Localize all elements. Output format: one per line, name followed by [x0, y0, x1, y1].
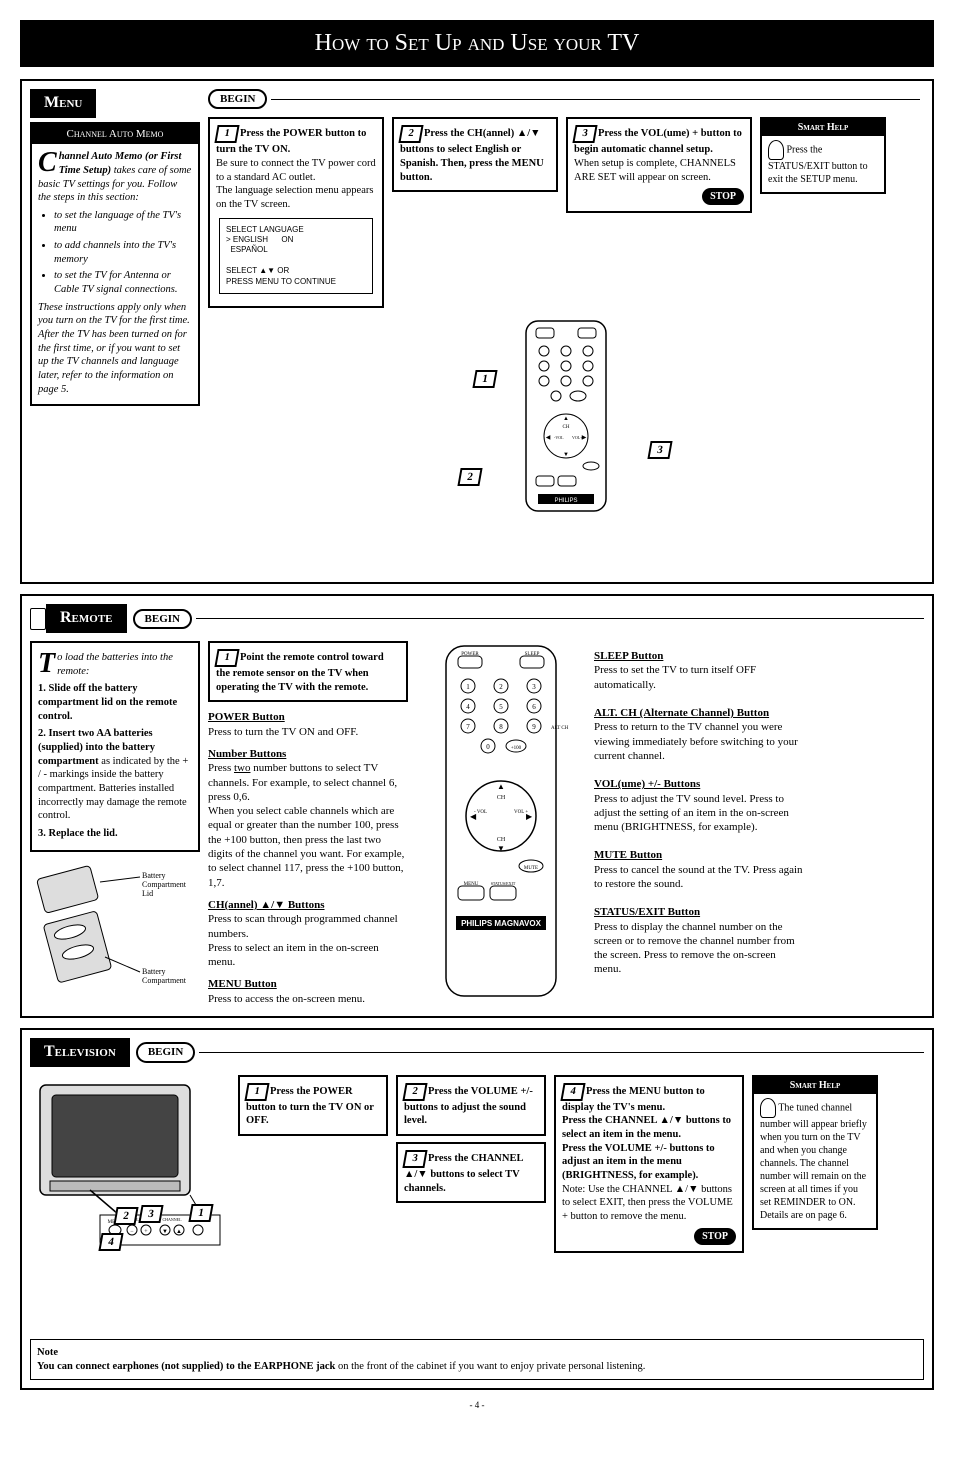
svg-text:Compartment: Compartment: [142, 880, 187, 889]
svg-text:2: 2: [499, 683, 503, 691]
begin-badge: BEGIN: [208, 89, 267, 109]
battery-box: To load the batteries into the remote: 1…: [30, 641, 200, 852]
svg-text:9: 9: [532, 723, 536, 731]
begin-badge: BEGIN: [136, 1042, 195, 1062]
svg-text:◀: ◀: [546, 435, 551, 441]
smart-help-menu: Smart Help Press the STATUS/EXIT button …: [760, 117, 886, 194]
language-screen: SELECT LANGUAGE > ENGLISH ON ESPAÑOL SEL…: [219, 218, 373, 294]
svg-text:PHILIPS: PHILIPS: [554, 498, 577, 504]
remote-step1: 1Point the remote control toward the rem…: [208, 641, 408, 702]
svg-text:Compartment: Compartment: [142, 976, 187, 985]
menu-header: Menu: [30, 89, 96, 118]
bulb-icon: [768, 140, 784, 160]
menu-step3: 3Press the VOL(ume) + button to begin au…: [566, 117, 752, 213]
remote-large-diagram: POWER SLEEP 1 2 3 4 5 6 7 8 9 ALT CH 0 +…: [416, 641, 586, 1001]
menu-step1: 1Press the POWER button to turn the TV O…: [208, 117, 384, 308]
stop-badge: STOP: [702, 188, 744, 205]
svg-text:5: 5: [499, 703, 503, 711]
remote-header: Remote: [46, 604, 127, 633]
remote-diagram-menu: ▲▼ ◀▶ CH-VOLVOL+ PHILIPS 1 2 3: [208, 316, 924, 574]
remote-icon: [30, 608, 46, 630]
remote-section: Remote BEGIN To load the batteries into …: [20, 594, 934, 1018]
tv-step3: 3Press the CHANNEL ▲/▼ buttons to select…: [396, 1142, 546, 1203]
channel-auto-memo-box: Channel Auto Memo Channel Auto Memo (or …: [30, 122, 200, 406]
earphone-note: Note You can connect earphones (not supp…: [30, 1339, 924, 1380]
stop-badge: STOP: [694, 1228, 736, 1245]
tv-step4: 4Press the MENU button to display the TV…: [554, 1075, 744, 1253]
svg-text:- VOL: - VOL: [474, 810, 487, 815]
svg-text:-VOL: -VOL: [554, 435, 564, 440]
svg-text:1: 1: [466, 683, 470, 691]
svg-text:0: 0: [486, 743, 490, 751]
television-section: Television BEGIN MENU − + VOLUME ▼ ▲ CHA…: [20, 1028, 934, 1390]
tv-header: Television: [30, 1038, 130, 1067]
tv-step1: 1Press the POWER button to turn the TV O…: [238, 1075, 388, 1136]
svg-text:CH: CH: [497, 837, 506, 843]
svg-text:STATUS/EXIT: STATUS/EXIT: [491, 881, 516, 886]
svg-text:VOL+: VOL+: [572, 435, 583, 440]
page-title: How to Set Up and Use your TV: [20, 20, 934, 67]
svg-text:7: 7: [466, 723, 470, 731]
svg-text:Battery: Battery: [142, 871, 166, 880]
svg-text:VOL +: VOL +: [514, 810, 528, 815]
menu-step2: 2Press the CH(annel) ▲/▼ buttons to sele…: [392, 117, 558, 192]
svg-text:MENU: MENU: [464, 882, 479, 887]
svg-text:SLEEP: SLEEP: [525, 652, 540, 657]
battery-diagram: BatteryCompartmentLid BatteryCompartment: [30, 852, 190, 1002]
svg-text:▼: ▼: [497, 844, 505, 853]
svg-text:CH: CH: [563, 425, 570, 430]
tv-diagram: MENU − + VOLUME ▼ ▲ CHANNEL POWER 1 2 3 …: [30, 1075, 230, 1331]
bulb-icon: [760, 1098, 776, 1118]
svg-text:3: 3: [532, 683, 536, 691]
menu-section: Menu Channel Auto Memo Channel Auto Memo…: [20, 79, 934, 584]
svg-text:ALT CH: ALT CH: [551, 726, 569, 731]
svg-text:MUTE: MUTE: [524, 866, 538, 871]
svg-text:PHILIPS MAGNAVOX: PHILIPS MAGNAVOX: [461, 919, 542, 928]
svg-text:▲: ▲: [497, 782, 505, 791]
svg-text:POWER: POWER: [461, 652, 479, 657]
svg-text:Battery: Battery: [142, 967, 166, 976]
begin-badge: BEGIN: [133, 609, 192, 629]
svg-text:+100: +100: [511, 746, 522, 751]
svg-text:Lid: Lid: [142, 889, 153, 898]
smart-help-tv: Smart Help The tuned channel number will…: [752, 1075, 878, 1230]
svg-text:8: 8: [499, 723, 503, 731]
svg-text:CH: CH: [497, 795, 506, 801]
svg-text:▲: ▲: [563, 416, 569, 422]
svg-text:4: 4: [466, 703, 470, 711]
page-number: - 4 -: [20, 1400, 934, 1412]
tv-step2: 2Press the VOLUME +/- buttons to adjust …: [396, 1075, 546, 1136]
svg-text:6: 6: [532, 703, 536, 711]
